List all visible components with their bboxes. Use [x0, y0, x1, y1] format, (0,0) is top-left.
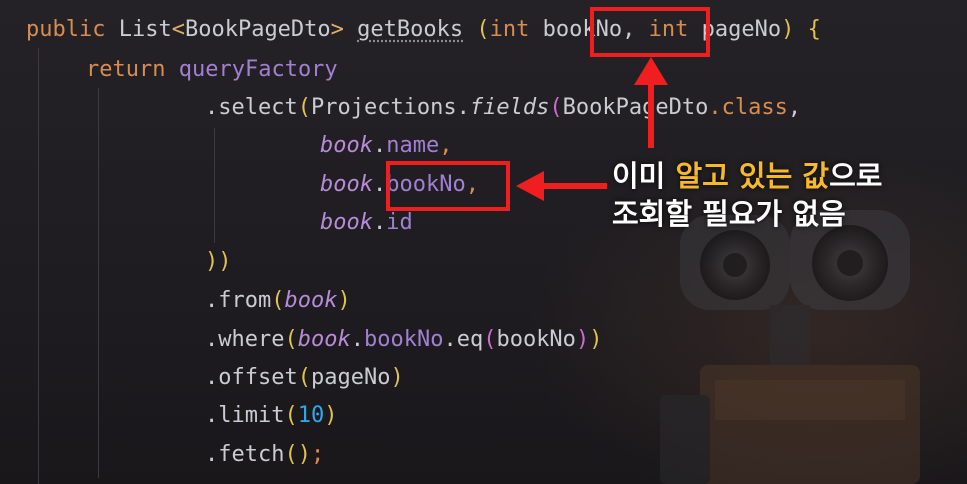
- dot: .: [372, 210, 387, 235]
- paren-open: (: [549, 95, 563, 120]
- paren-close: )): [205, 249, 232, 274]
- keyword-public: public: [26, 17, 106, 42]
- paren-close: ): [575, 327, 590, 352]
- paren-close: ): [781, 17, 795, 42]
- class-projections: Projections: [310, 95, 457, 120]
- paren-open: (: [284, 327, 298, 352]
- highlight-box-param-bookno: [590, 7, 710, 57]
- arg-bookno: bookNo: [496, 327, 576, 352]
- generic-open: <: [171, 17, 185, 42]
- param-pageno: pageNo: [701, 17, 782, 42]
- method-name: getBooks: [357, 17, 464, 42]
- annotation-text-part: 이미: [612, 159, 676, 193]
- parens: (): [284, 442, 311, 467]
- paren-close: ): [589, 327, 603, 352]
- code-line-6: book.id: [320, 209, 413, 237]
- number-literal: 10: [297, 403, 325, 428]
- indent-guide: [38, 48, 39, 484]
- dot: .: [372, 133, 387, 158]
- var-book: book: [320, 172, 373, 197]
- method-where: .where: [205, 327, 285, 352]
- method-fields: fields: [469, 95, 550, 120]
- code-line-8: .from(book): [205, 287, 351, 315]
- code-line-7: )): [205, 248, 232, 276]
- keyword-class: .class: [708, 95, 788, 120]
- robot-illustration: [660, 210, 920, 484]
- paren-open: (: [297, 95, 311, 120]
- code-line-3: .select(Projections.fields(BookPageDto.c…: [205, 94, 801, 122]
- field-bookno: bookNo: [363, 327, 444, 352]
- annotation-highlight: 알고 있는 값: [675, 159, 830, 193]
- code-line-4: book.name,: [320, 132, 452, 160]
- method-eq: eq: [456, 327, 484, 352]
- method-limit: .limit: [205, 403, 285, 428]
- annotation-text-part: 으로: [829, 159, 883, 193]
- annotation-text: 이미 알고 있는 값으로 조회할 필요가 없음: [612, 157, 882, 233]
- code-line-12: .fetch();: [205, 441, 324, 469]
- paren-open: (: [476, 17, 490, 42]
- comma: ,: [787, 95, 802, 120]
- highlight-box-field-bookno: [386, 161, 510, 211]
- generic-type: BookPageDto: [184, 17, 331, 42]
- annotation-line-1: 이미 알고 있는 값으로: [612, 157, 882, 195]
- arrow-left-icon: [516, 171, 607, 201]
- field-queryfactory: queryFactory: [178, 57, 338, 82]
- dot: .: [350, 327, 364, 352]
- paren-open: (: [297, 365, 311, 390]
- keyword-int: int: [489, 17, 530, 42]
- method-fetch: .fetch: [205, 442, 285, 467]
- arg-pageno: pageNo: [310, 365, 391, 390]
- indent-guide: [214, 128, 215, 243]
- var-book: book: [320, 133, 373, 158]
- method-offset: .offset: [205, 365, 298, 390]
- keyword-return: return: [86, 57, 166, 82]
- semicolon: ;: [310, 442, 325, 467]
- method-from: .from: [205, 288, 272, 313]
- code-line-2: return queryFactory: [86, 56, 338, 84]
- dot: .: [443, 327, 457, 352]
- paren-close: ): [390, 365, 404, 390]
- paren-close: ): [324, 403, 338, 428]
- dot: .: [456, 95, 470, 120]
- generic-close: >: [330, 17, 344, 42]
- paren-open: (: [284, 403, 298, 428]
- dot: .: [372, 172, 387, 197]
- annotation-line-2: 조회할 필요가 없음: [612, 197, 846, 231]
- field-id: id: [386, 210, 413, 235]
- arrow-up-icon: [634, 57, 668, 148]
- paren-close: ): [337, 288, 351, 313]
- var-book: book: [320, 210, 373, 235]
- video-frame: public List<BookPageDto> getBooks (int b…: [0, 0, 967, 484]
- field-name: name: [386, 133, 440, 158]
- paren-open: (: [483, 327, 497, 352]
- paren-open: (: [271, 288, 285, 313]
- brace-open: {: [807, 17, 821, 42]
- code-line-9: .where(book.bookNo.eq(bookNo)): [205, 326, 602, 354]
- code-line-11: .limit(10): [205, 402, 337, 430]
- var-book: book: [297, 327, 351, 352]
- indent-guide: [98, 88, 99, 478]
- var-book: book: [284, 288, 338, 313]
- method-select: .select: [205, 95, 298, 120]
- comma: ,: [439, 133, 453, 158]
- type-list: List: [118, 17, 172, 42]
- code-line-10: .offset(pageNo): [205, 364, 404, 392]
